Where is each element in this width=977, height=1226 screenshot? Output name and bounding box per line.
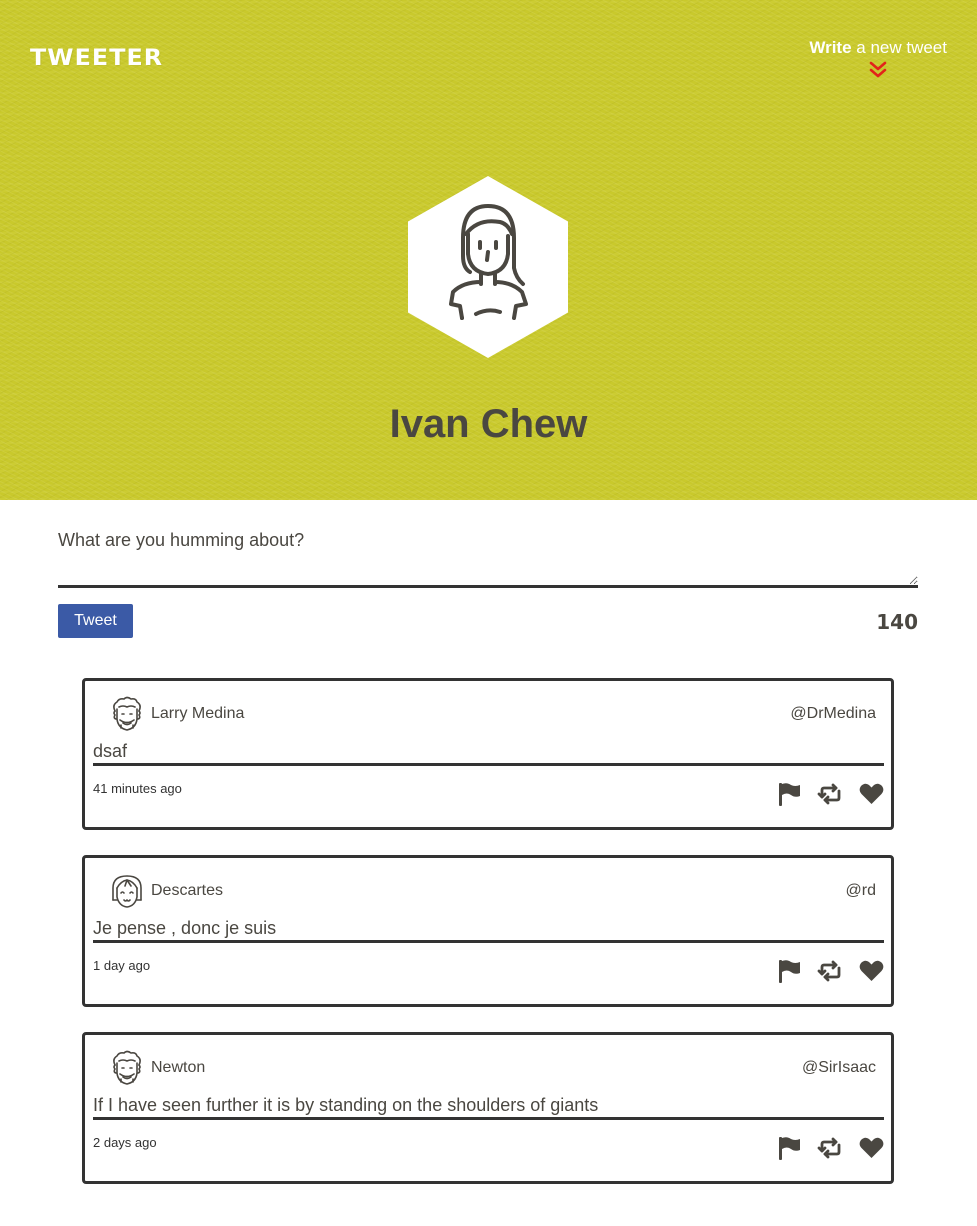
tweet-actions [776,781,885,807]
tweet-author-name[interactable]: Newton [151,1059,205,1077]
tweet-author-handle[interactable]: @rd [846,882,876,900]
bob-hair-woman-icon [112,875,142,908]
site-logo[interactable]: TWEETER [30,46,163,71]
flag-icon[interactable] [776,1135,803,1161]
tweet-actions [776,1135,885,1161]
heart-icon[interactable] [858,958,885,984]
tweet-content: Je pense , donc je suis [93,918,884,943]
tweet-card: Descartes @rd Je pense , donc je suis 1 … [82,855,894,1007]
retweet-icon[interactable] [817,781,844,807]
tweet-author-handle[interactable]: @DrMedina [790,705,876,723]
tweet-input[interactable] [58,526,918,588]
composer-footer: Tweet 140 [58,604,918,638]
tweet-button[interactable]: Tweet [58,604,133,638]
flag-icon[interactable] [776,781,803,807]
tweet-timestamp: 1 day ago [93,958,151,973]
retweet-icon[interactable] [817,1135,844,1161]
retweet-icon[interactable] [817,958,844,984]
tweet-card: Newton @SirIsaac If I have seen further … [82,1032,894,1184]
flag-icon[interactable] [776,958,803,984]
tweet-composer: Tweet 140 [58,526,918,638]
double-chevron-down-icon [869,61,887,78]
tweet-content: dsaf [93,741,884,766]
curly-hair-man-icon [113,696,141,731]
write-link-rest: a new tweet [851,38,947,57]
tweet-timestamp: 2 days ago [93,1135,157,1150]
profile-name: Ivan Chew [389,402,588,446]
tweet-content: If I have seen further it is by standing… [93,1095,884,1120]
tweet-timestamp: 41 minutes ago [93,781,182,796]
char-counter: 140 [876,610,918,634]
heart-icon[interactable] [858,1135,885,1161]
tweet-list: Larry Medina @DrMedina dsaf 41 minutes a… [82,678,894,1209]
tweet-card: Larry Medina @DrMedina dsaf 41 minutes a… [82,678,894,830]
tweet-author-name[interactable]: Descartes [151,882,223,900]
tweet-actions [776,958,885,984]
write-new-tweet-link[interactable]: Write a new tweet [809,38,947,80]
tweet-author-handle[interactable]: @SirIsaac [802,1059,876,1077]
tweet-author-name[interactable]: Larry Medina [151,705,244,723]
heart-icon[interactable] [858,781,885,807]
profile-header: TWEETER Write a new tweet Ivan Chew [0,0,977,500]
profile-avatar [408,176,568,358]
write-link-bold: Write [809,38,852,57]
curly-hair-man-icon [113,1050,141,1085]
